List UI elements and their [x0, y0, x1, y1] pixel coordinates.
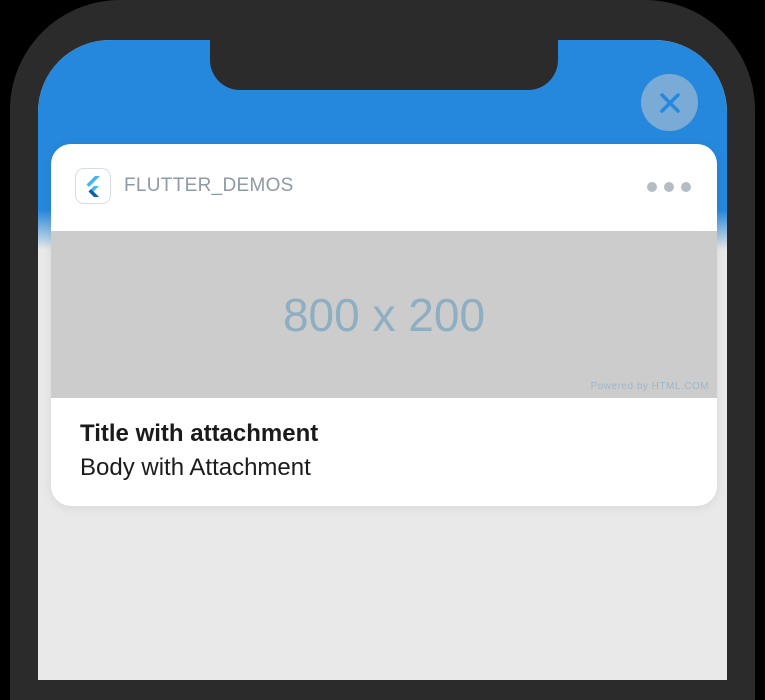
app-name: FLUTTER_DEMOS [124, 175, 294, 196]
more-dot [681, 182, 691, 192]
image-placeholder-label: 800 x 200 [282, 288, 486, 341]
notification-body: Body with Attachment [80, 454, 311, 481]
phone-frame: FLUTTER_DEMOS 800 x 200 Powered by HTML.… [0, 0, 765, 700]
notification-title: Title with attachment [80, 420, 319, 447]
more-dot [664, 182, 674, 192]
notification-card[interactable]: FLUTTER_DEMOS 800 x 200 Powered by HTML.… [51, 144, 717, 506]
image-watermark: Powered by HTML.COM [590, 381, 709, 392]
flutter-logo-icon [86, 176, 100, 197]
phone-notch [210, 40, 558, 90]
attachment-image: 800 x 200 Powered by HTML.COM [51, 231, 717, 398]
app-icon [76, 169, 110, 203]
close-icon [659, 92, 680, 113]
close-button[interactable] [641, 74, 698, 131]
more-dot [647, 182, 657, 192]
more-options-button[interactable] [647, 178, 691, 196]
notification-header: FLUTTER_DEMOS [51, 144, 717, 231]
